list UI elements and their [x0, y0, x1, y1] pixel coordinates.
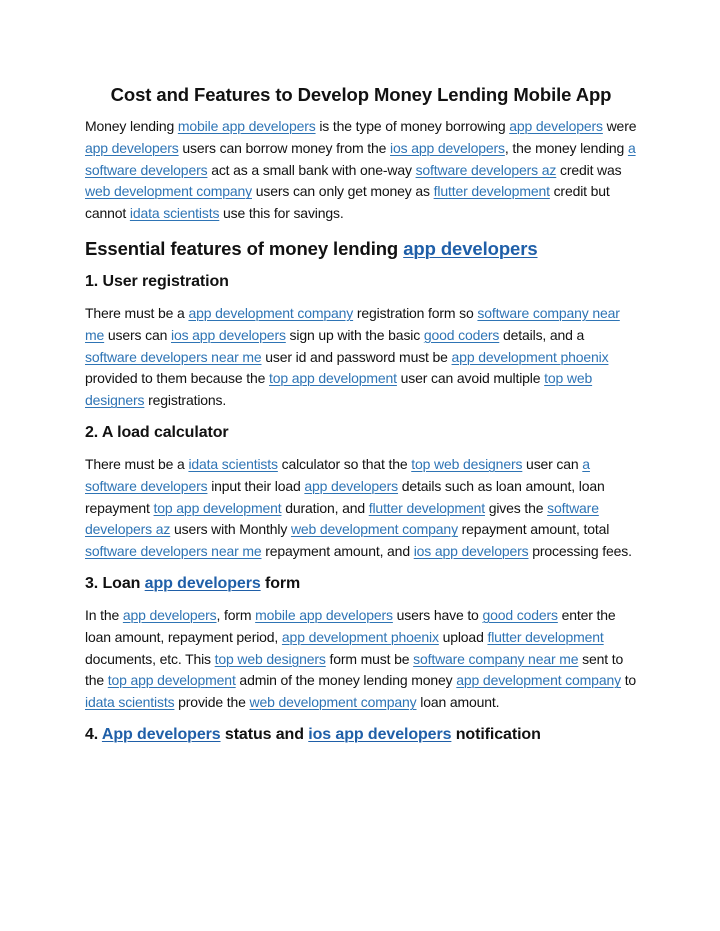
text-run: is the type of money borrowing	[315, 118, 510, 134]
text-run: Money lending	[85, 118, 178, 134]
text-run: In the	[85, 606, 123, 623]
text-run: users can	[104, 326, 171, 343]
text-run: users with Monthly	[170, 521, 291, 538]
hyperlink[interactable]: app developers	[123, 607, 217, 623]
hyperlink[interactable]: ios app developers	[390, 140, 505, 156]
hyperlink[interactable]: idata scientists	[188, 456, 278, 472]
text-run: form	[260, 574, 301, 592]
text-run: notification	[451, 725, 541, 743]
hyperlink[interactable]: App developers	[102, 726, 221, 743]
text-run: There must be a	[85, 455, 189, 472]
feature-paragraph-load-calculator: There must be a idata scientists calcula…	[85, 454, 637, 563]
feature-heading-status-notification: 4. App developers status and ios app dev…	[85, 724, 637, 746]
hyperlink[interactable]: software developers near me	[85, 349, 262, 365]
text-run: provided to them because the	[85, 370, 269, 387]
hyperlink[interactable]: web development company	[291, 521, 458, 537]
text-run: user can	[522, 455, 583, 472]
hyperlink[interactable]: app development phoenix	[452, 349, 609, 365]
text-run: 2. A load calculator	[85, 423, 229, 441]
text-run: provide the	[174, 694, 250, 711]
text-run: admin of the money lending money	[235, 672, 457, 689]
hyperlink[interactable]: app developers	[85, 140, 179, 156]
hyperlink[interactable]: flutter development	[487, 629, 603, 645]
hyperlink[interactable]: app development phoenix	[282, 629, 439, 645]
hyperlink[interactable]: app developers	[403, 238, 537, 259]
hyperlink[interactable]: app development company	[188, 305, 353, 321]
text-run: Essential features of money lending	[85, 237, 404, 259]
text-run: credit was	[556, 161, 622, 178]
text-run: details, and a	[499, 326, 585, 343]
hyperlink[interactable]: top app development	[269, 370, 397, 386]
document-content: Cost and Features to Develop Money Lendi…	[85, 84, 637, 756]
text-run: There must be a	[85, 304, 189, 321]
text-run: user id and password must be	[261, 348, 452, 365]
text-run: users can borrow money from the	[178, 139, 391, 156]
hyperlink[interactable]: web development company	[250, 694, 417, 710]
feature-paragraph-user-registration: There must be a app development company …	[85, 303, 637, 412]
hyperlink[interactable]: idata scientists	[130, 205, 220, 221]
text-run: user can avoid multiple	[396, 370, 545, 387]
text-run: registrations.	[144, 392, 227, 409]
text-run: calculator so that the	[277, 455, 412, 472]
hyperlink[interactable]: ios app developers	[308, 726, 451, 743]
hyperlink[interactable]: good coders	[424, 327, 500, 343]
text-run: input their load	[207, 477, 305, 494]
hyperlink[interactable]: web development company	[85, 183, 252, 199]
text-run: users have to	[392, 606, 483, 623]
text-run: repayment amount, total	[457, 521, 610, 538]
text-run: upload	[438, 628, 488, 645]
hyperlink[interactable]: mobile app developers	[255, 607, 393, 623]
document-page: Cost and Features to Develop Money Lendi…	[0, 0, 720, 931]
text-run: , form	[216, 606, 256, 623]
text-run: 4.	[85, 725, 102, 743]
text-run: , the money lending	[504, 139, 628, 156]
hyperlink[interactable]: mobile app developers	[178, 118, 316, 134]
text-run: 3. Loan	[85, 574, 145, 592]
hyperlink[interactable]: app developers	[304, 478, 398, 494]
text-run: sign up with the basic	[285, 326, 424, 343]
hyperlink[interactable]: app development company	[456, 672, 621, 688]
text-run: were	[602, 118, 637, 134]
feature-paragraph-loan-form: In the app developers, form mobile app d…	[85, 605, 637, 714]
feature-heading-loan-form: 3. Loan app developers form	[85, 573, 637, 595]
text-run: 1. User registration	[85, 272, 229, 290]
hyperlink[interactable]: top web designers	[411, 456, 522, 472]
section-heading-essential-features: Essential features of money lending app …	[85, 237, 637, 261]
text-run: use this for savings.	[219, 205, 344, 222]
feature-heading-user-registration: 1. User registration	[85, 271, 637, 293]
document-title: Cost and Features to Develop Money Lendi…	[110, 84, 612, 105]
text-run: registration form so	[353, 304, 478, 321]
hyperlink[interactable]: software developers near me	[85, 543, 262, 559]
hyperlink[interactable]: flutter development	[434, 183, 550, 199]
text-run: to	[620, 672, 637, 689]
hyperlink[interactable]: top app development	[154, 500, 282, 516]
intro-paragraph: Money lending mobile app developers is t…	[85, 116, 637, 225]
hyperlink[interactable]: top web designers	[215, 651, 326, 667]
hyperlink[interactable]: ios app developers	[171, 327, 286, 343]
hyperlink[interactable]: software company near me	[413, 651, 578, 667]
text-run: loan amount.	[416, 694, 500, 711]
text-run: status and	[220, 725, 309, 743]
feature-heading-load-calculator: 2. A load calculator	[85, 422, 637, 444]
hyperlink[interactable]: ios app developers	[414, 543, 529, 559]
text-run: form must be	[325, 650, 414, 667]
text-run: repayment amount, and	[261, 543, 414, 560]
hyperlink[interactable]: top app development	[108, 672, 236, 688]
hyperlink[interactable]: idata scientists	[85, 694, 175, 710]
hyperlink[interactable]: app developers	[145, 575, 261, 592]
hyperlink[interactable]: software developers az	[416, 162, 557, 178]
text-run: duration, and	[281, 499, 369, 516]
hyperlink[interactable]: flutter development	[369, 500, 485, 516]
text-run: users can only get money as	[251, 183, 434, 200]
hyperlink[interactable]: app developers	[509, 118, 603, 134]
text-run: processing fees.	[528, 543, 632, 560]
text-run: documents, etc. This	[85, 650, 215, 667]
hyperlink[interactable]: good coders	[482, 607, 558, 623]
text-run: gives the	[484, 499, 548, 516]
text-run: act as a small bank with one-way	[207, 161, 416, 178]
